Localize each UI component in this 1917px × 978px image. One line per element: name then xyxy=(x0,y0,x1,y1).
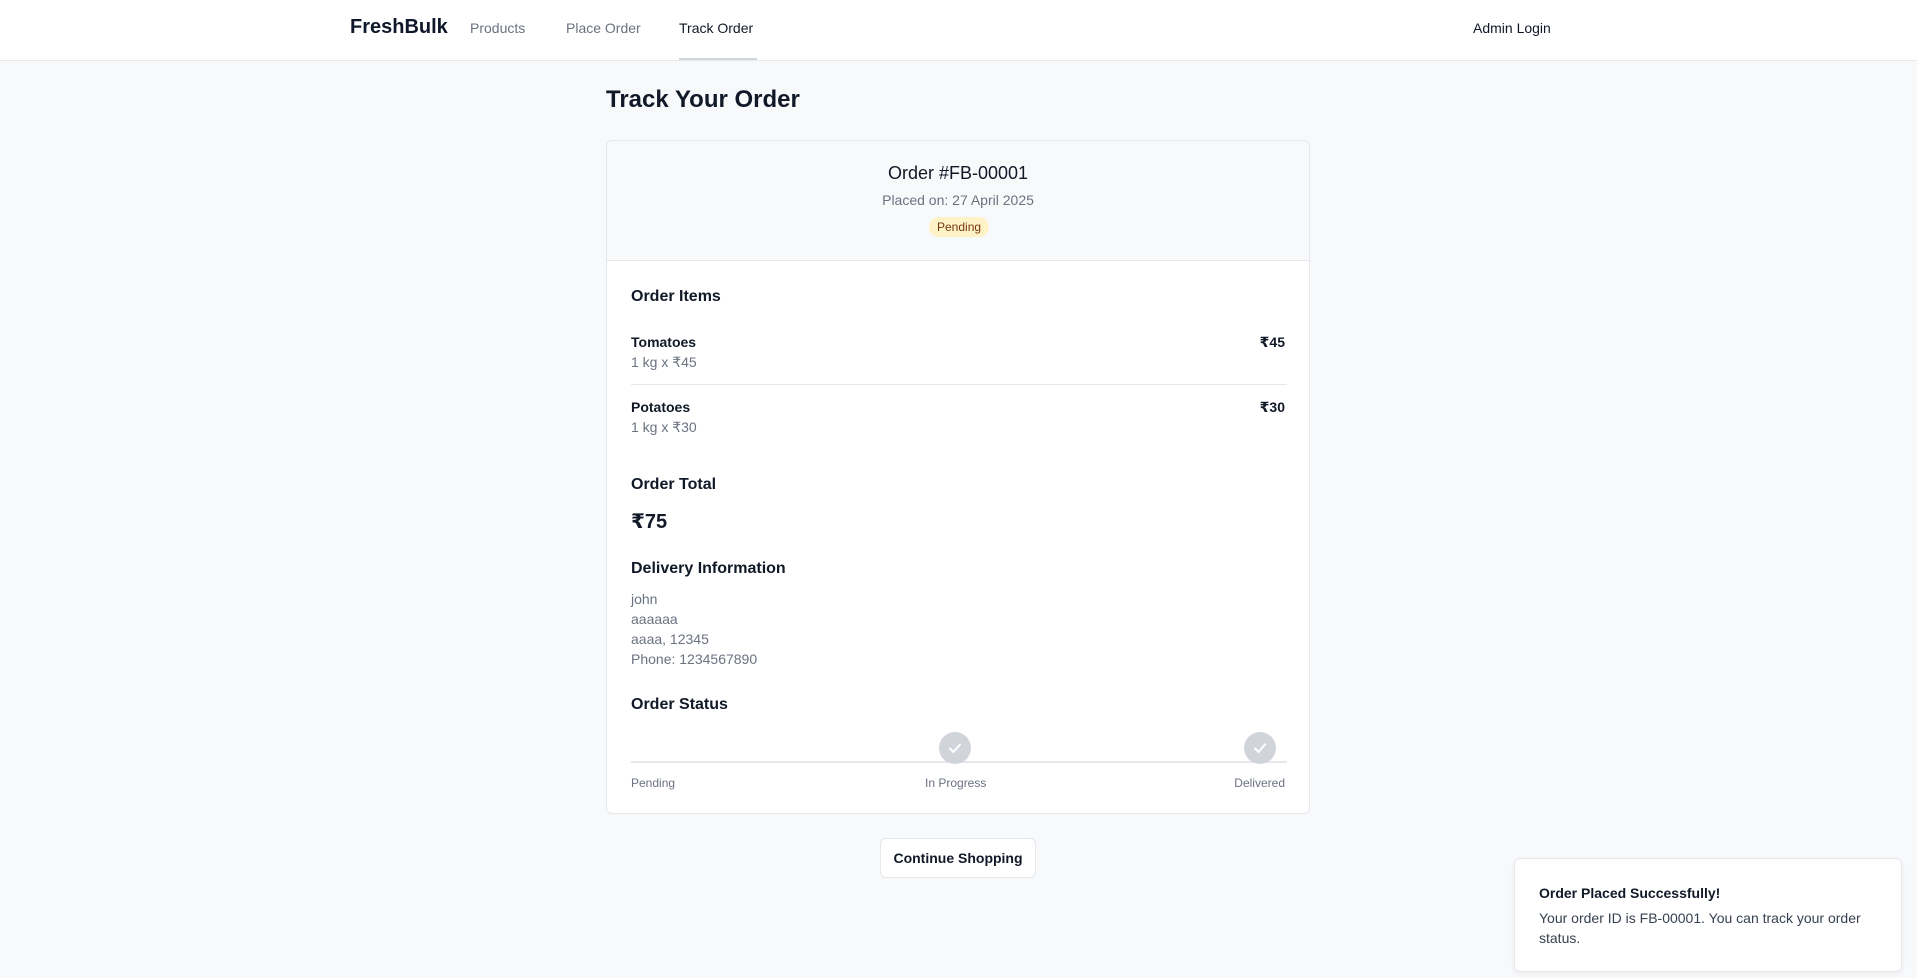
item-divider xyxy=(631,384,1287,385)
order-id: Order #FB-00001 xyxy=(887,163,1029,183)
order-total-value: ₹75 xyxy=(631,511,668,533)
active-tab-indicator xyxy=(679,58,757,60)
nav-link-products[interactable]: Products xyxy=(470,20,525,36)
success-toast[interactable]: Order Placed Successfully! Your order ID… xyxy=(1514,858,1902,972)
status-badge: Pending xyxy=(929,217,990,237)
order-total-heading: Order Total xyxy=(631,476,717,493)
item-quantity: 1 kg x ₹30 xyxy=(631,419,697,435)
check-icon xyxy=(949,743,961,753)
item-price: ₹45 xyxy=(1259,334,1285,350)
step-circle-in-progress xyxy=(939,732,971,764)
order-items-heading: Order Items xyxy=(631,288,721,305)
nav-link-track-order[interactable]: Track Order xyxy=(679,20,753,36)
admin-login-link[interactable]: Admin Login xyxy=(1473,20,1551,36)
check-icon xyxy=(1254,743,1266,753)
order-date: Placed on: 27 April 2025 xyxy=(882,192,1034,208)
delivery-city-zip: aaaa, 12345 xyxy=(631,631,709,647)
delivery-name: john xyxy=(631,591,658,607)
step-label-delivered: Delivered xyxy=(1234,776,1285,790)
item-name: Tomatoes xyxy=(631,334,697,350)
nav-link-place-order[interactable]: Place Order xyxy=(566,20,641,36)
item-quantity: 1 kg x ₹45 xyxy=(631,354,697,370)
step-label-in-progress: In Progress xyxy=(925,776,987,790)
delivery-address: aaaaaa xyxy=(631,611,678,627)
delivery-phone: Phone: 1234567890 xyxy=(631,651,758,667)
order-card: Order #FB-00001 Placed on: 27 April 2025… xyxy=(606,140,1310,814)
toast-message: Your order ID is FB-00001. You can track… xyxy=(1539,910,1861,946)
top-navbar: FreshBulk Products Place Order Track Ord… xyxy=(0,0,1917,61)
brand-logo[interactable]: FreshBulk xyxy=(350,16,448,39)
item-price: ₹30 xyxy=(1259,399,1285,415)
item-name: Potatoes xyxy=(631,399,691,415)
order-status-heading: Order Status xyxy=(631,696,728,713)
step-label-pending: Pending xyxy=(631,776,676,790)
delivery-info-heading: Delivery Information xyxy=(631,560,786,577)
order-header: Order #FB-00001 Placed on: 27 April 2025… xyxy=(607,141,1309,261)
step-circle-delivered xyxy=(1244,732,1276,764)
page-title: Track Your Order xyxy=(606,86,800,113)
continue-shopping-button[interactable]: Continue Shopping xyxy=(880,838,1036,878)
toast-title: Order Placed Successfully! xyxy=(1539,885,1721,901)
